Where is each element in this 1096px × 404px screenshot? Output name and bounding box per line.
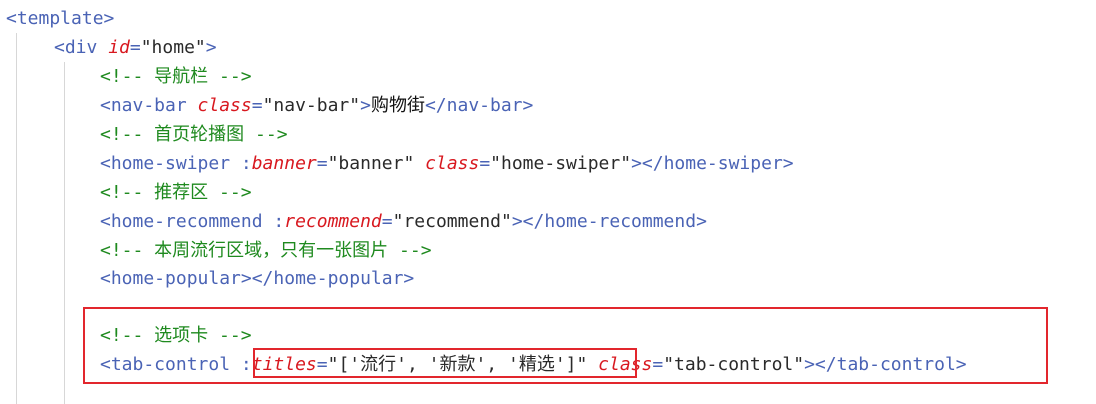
code-token-str: "home-swiper" — [490, 153, 632, 174]
code-token-comment: <!-- 推荐区 --> — [100, 182, 252, 203]
code-token-tag: <home-swiper : — [100, 153, 252, 174]
code-token-tag: > — [360, 95, 371, 116]
code-line: <home-swiper :banner="banner" class="hom… — [100, 149, 794, 178]
code-line: <nav-bar class="nav-bar">购物街</nav-bar> — [100, 91, 533, 120]
code-token-tag: <template> — [6, 8, 115, 29]
code-token-attr: id — [108, 37, 130, 58]
code-line: <home-popular></home-popular> — [100, 264, 414, 293]
code-token-comment: <!-- 本周流行区域，只有一张图片 --> — [100, 240, 432, 261]
code-line: <!-- 首页轮播图 --> — [100, 120, 288, 149]
code-token-str: "nav-bar" — [262, 95, 361, 116]
code-token-tag: > — [205, 37, 217, 58]
code-token-eq: = — [381, 211, 393, 232]
code-token-str: "recommend" — [392, 211, 512, 232]
code-token-comment: <!-- 首页轮播图 --> — [100, 124, 288, 145]
code-line: <home-recommend :recommend="recommend"><… — [100, 207, 707, 236]
indent-guide-1 — [16, 33, 17, 404]
code-token-tag: <nav-bar — [100, 95, 198, 116]
code-token-comment: <!-- 导航栏 --> — [100, 66, 252, 87]
code-token-eq: = — [129, 37, 141, 58]
code-token-tag: ></home-swiper> — [631, 153, 794, 174]
code-token-tag: </nav-bar> — [424, 95, 534, 116]
code-token-attr: class — [425, 153, 480, 174]
code-token-str: "home" — [140, 37, 206, 58]
code-token-eq: = — [316, 153, 328, 174]
code-token-attr: class — [197, 95, 252, 116]
code-line: <!-- 本周流行区域，只有一张图片 --> — [100, 236, 432, 265]
code-token-text: 购物街 — [370, 95, 425, 116]
code-line: <!-- 导航栏 --> — [100, 62, 252, 91]
code-line: <div id="home"> — [54, 33, 217, 62]
code-token-attr: recommend — [284, 211, 382, 232]
code-line: <!-- 推荐区 --> — [100, 178, 252, 207]
code-line: <template> — [6, 4, 114, 33]
code-editor[interactable]: <template> <div id="home"> <!-- 导航栏 --> <na… — [0, 0, 1096, 404]
code-token-str: "banner" — [327, 153, 426, 174]
code-token-eq: = — [251, 95, 263, 116]
indent-guide-2 — [64, 62, 65, 404]
code-token-eq: = — [479, 153, 491, 174]
highlight-titles-prop — [253, 348, 637, 378]
code-token-attr: banner — [251, 153, 317, 174]
code-token-tag: <div — [54, 37, 109, 58]
code-token-tag: ></home-recommend> — [511, 211, 707, 232]
code-token-tag: <home-recommend : — [100, 211, 285, 232]
code-token-tag: <home-popular></home-popular> — [100, 268, 415, 289]
